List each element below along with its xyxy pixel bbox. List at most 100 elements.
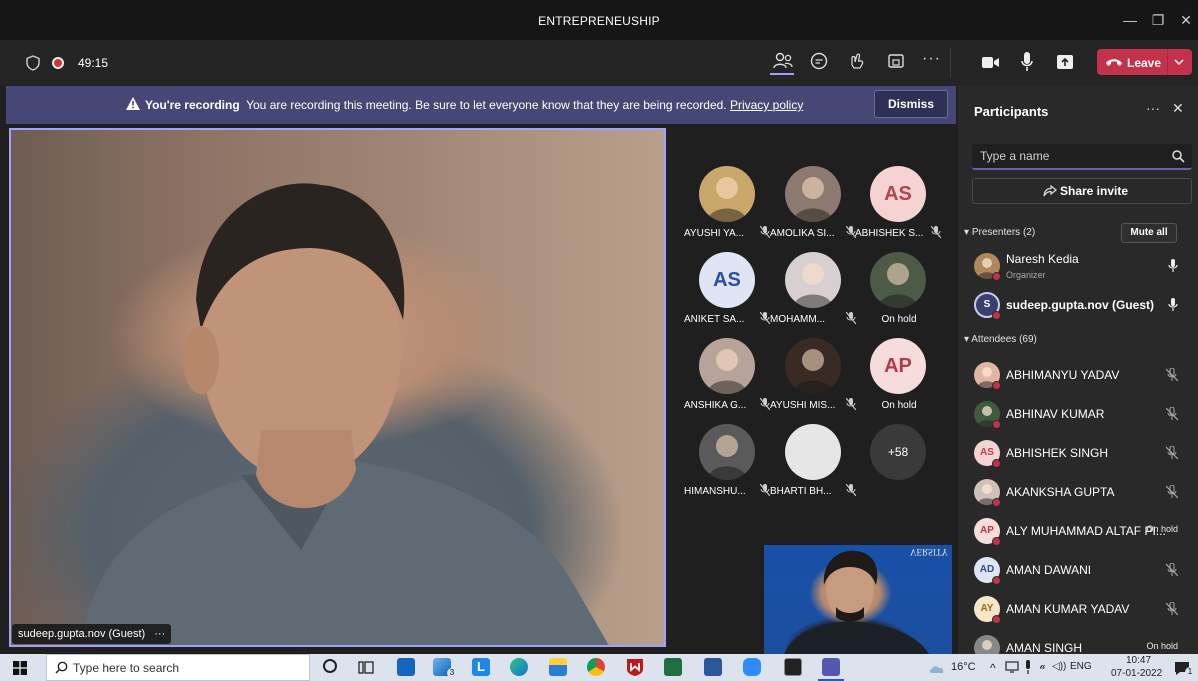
search-icon[interactable] — [1172, 150, 1185, 163]
people-icon[interactable] — [772, 51, 794, 71]
share-invite-label: Share invite — [1059, 184, 1129, 198]
mic-tray-icon[interactable] — [1024, 660, 1032, 674]
calculator-app-icon[interactable] — [397, 658, 415, 676]
mic-off-icon — [1165, 601, 1179, 619]
speaker-silhouette — [81, 183, 609, 645]
windows-start-icon[interactable] — [13, 661, 27, 675]
participant-name: BHARTI BH... — [770, 486, 832, 497]
cortana-icon[interactable] — [323, 659, 337, 673]
participant-tile[interactable]: AYUSHI YA... — [684, 160, 772, 246]
participant-tile[interactable]: AS ABHISHEK S... — [855, 160, 943, 246]
clock-time[interactable]: 10:47 — [1126, 655, 1151, 666]
participant-row[interactable]: AY AMAN KUMAR YADAV — [958, 590, 1198, 628]
participant-tile[interactable]: AMOLIKA SI... — [770, 160, 858, 246]
attendees-section-header[interactable]: ▾ Attendees (69) — [964, 334, 1037, 345]
file-explorer-icon[interactable] — [549, 658, 567, 676]
panel-close-icon[interactable]: ✕ — [1172, 100, 1184, 117]
more-icon[interactable]: ··· — [922, 50, 941, 68]
mic-muted-icon — [759, 225, 771, 241]
word-icon[interactable] — [704, 658, 722, 676]
participant-row[interactable]: AP ALY MUHAMMAD ALTAF PI... On hold — [958, 512, 1198, 550]
collapse-chevron-icon: ▾ — [964, 227, 972, 238]
clock-date[interactable]: 07-01-2022 — [1111, 668, 1162, 679]
chrome-icon[interactable] — [587, 658, 605, 676]
dismiss-button[interactable]: Dismiss — [874, 90, 948, 118]
participant-name: MOHAMM... — [770, 314, 825, 325]
participant-tile[interactable]: AYUSHI MIS... — [770, 332, 858, 418]
chevron-down-icon[interactable] — [1174, 58, 1184, 66]
participant-avatar — [870, 252, 926, 308]
camera-icon[interactable] — [982, 56, 1000, 69]
task-view-icon[interactable] — [358, 660, 374, 675]
participant-row[interactable]: AS ABHISHEK SINGH — [958, 434, 1198, 472]
chat-icon[interactable] — [810, 52, 828, 70]
speaker-more-icon[interactable]: ··· — [154, 628, 165, 640]
more-participants-button[interactable]: +58 — [870, 424, 926, 480]
share-icon[interactable] — [1057, 55, 1073, 69]
mic-icon[interactable] — [1021, 52, 1033, 72]
teams-icon[interactable] — [822, 658, 840, 676]
mic-off-icon — [1165, 406, 1179, 424]
sticky-app-icon[interactable] — [784, 658, 802, 676]
presence-dot — [992, 420, 1001, 429]
participant-tile[interactable]: On hold — [855, 246, 943, 332]
on-hold-label: On hold — [881, 400, 917, 411]
reactions-icon[interactable] — [847, 52, 865, 70]
participant-name: AMAN DAWANI — [1006, 563, 1092, 577]
leave-label: Leave — [1127, 56, 1162, 70]
participant-tile[interactable]: AP On hold — [855, 332, 943, 418]
active-speaker-video[interactable] — [9, 128, 666, 647]
participant-name: AYUSHI MIS... — [770, 400, 836, 411]
on-hold-label: On hold — [1146, 641, 1178, 651]
zoom-icon[interactable] — [743, 658, 761, 676]
participant-name: ANSHIKA G... — [684, 400, 747, 411]
edge-icon[interactable] — [510, 658, 528, 676]
excel-icon[interactable] — [664, 658, 682, 676]
participant-tile[interactable]: BHARTI BH... — [770, 418, 858, 504]
minimize-button[interactable]: — — [1120, 10, 1140, 30]
participant-row[interactable]: ABHINAV KUMAR — [958, 395, 1198, 433]
network-icon[interactable] — [1005, 661, 1019, 673]
mcafee-icon[interactable] — [626, 658, 644, 677]
participant-tile[interactable]: MOHAMM... — [770, 246, 858, 332]
chevron-up-icon[interactable]: ^ — [990, 661, 996, 675]
participant-name: HIMANSHU... — [684, 486, 746, 497]
mic-off-icon — [1165, 484, 1179, 502]
weather-temp[interactable]: 16°C — [951, 661, 976, 673]
presenters-section-header[interactable]: ▾ Presenters (2) — [964, 227, 1035, 238]
presence-dot — [992, 272, 1001, 281]
on-hold-label: On hold — [881, 314, 917, 325]
share-invite-button[interactable]: Share invite — [972, 178, 1192, 204]
participant-row[interactable]: ABHIMANYU YADAV — [958, 356, 1198, 394]
participant-row[interactable]: AD AMAN DAWANI — [958, 551, 1198, 589]
participant-name: AMOLIKA SI... — [770, 228, 835, 239]
language-indicator[interactable]: ENG — [1070, 661, 1092, 672]
participant-search-input[interactable] — [980, 144, 1160, 168]
participant-row[interactable]: Naresh Kedia Organizer — [958, 247, 1198, 285]
presence-dot — [992, 537, 1001, 546]
participant-tile[interactable]: ANSHIKA G... — [684, 332, 772, 418]
rooms-icon[interactable] — [887, 52, 905, 70]
privacy-policy-link[interactable]: Privacy policy — [730, 98, 803, 112]
mic-on-icon — [1168, 259, 1178, 276]
participant-row[interactable]: Ssudeep.gupta.nov (Guest) — [958, 286, 1198, 324]
taskbar-search-input[interactable] — [73, 658, 293, 678]
participant-row[interactable]: AKANKSHA GUPTA — [958, 473, 1198, 511]
participant-name: ABHISHEK S... — [855, 228, 924, 239]
l-app-icon[interactable]: L — [472, 658, 490, 676]
window-title: ENTREPRENEUSHIP — [538, 14, 660, 28]
participant-tile[interactable]: HIMANSHU... — [684, 418, 772, 504]
volume-icon[interactable]: ◁)) — [1052, 661, 1066, 672]
mute-all-button[interactable]: Mute all — [1121, 223, 1177, 243]
close-button[interactable]: ✕ — [1176, 10, 1196, 30]
mic-off-icon — [1165, 562, 1179, 580]
panel-more-icon[interactable]: ··· — [1146, 100, 1160, 116]
participant-tile[interactable]: +58 — [855, 418, 943, 504]
pen-icon[interactable]: 𝒶 — [1040, 661, 1046, 672]
pip-video[interactable]: VERSITY — [764, 545, 952, 654]
presence-dot — [992, 459, 1001, 468]
leave-button[interactable]: Leave — [1097, 49, 1192, 75]
maximize-button[interactable]: ❐ — [1148, 10, 1168, 30]
attendees-header-label: Attendees (69) — [971, 334, 1037, 345]
participant-tile[interactable]: AS ANIKET SA... — [684, 246, 772, 332]
